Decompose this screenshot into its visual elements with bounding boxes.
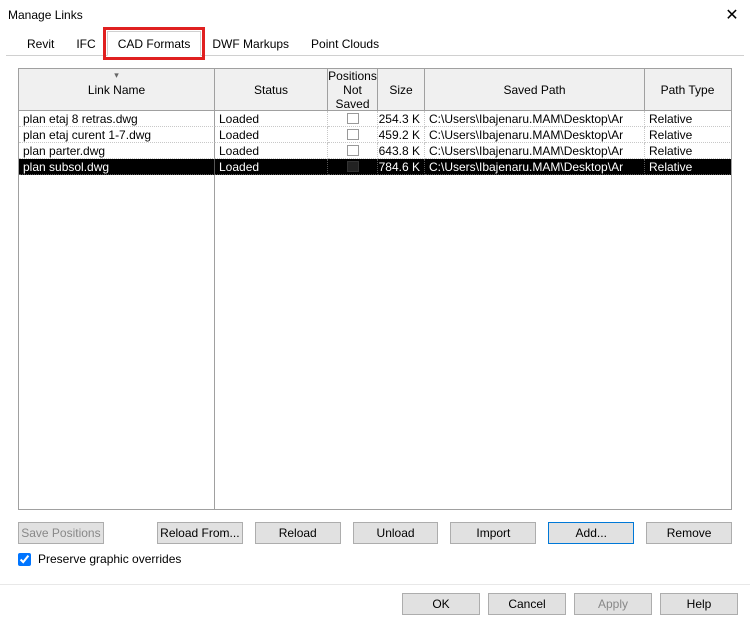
cell-link-name: plan etaj 8 retras.dwg: [19, 111, 215, 127]
cell-size: 254.3 K: [378, 111, 425, 127]
unload-button[interactable]: Unload: [353, 522, 439, 544]
cell-saved-path: C:\Users\Ibajenaru.MAM\Desktop\Ar: [425, 127, 645, 143]
cell-status: Loaded: [215, 159, 328, 175]
window-title: Manage Links: [8, 8, 83, 22]
cell-link-name: plan subsol.dwg: [19, 159, 215, 175]
cell-status: Loaded: [215, 127, 328, 143]
positions-checkbox[interactable]: [347, 145, 359, 156]
tab-bar: Revit IFC CAD Formats DWF Markups Point …: [6, 30, 744, 56]
ok-button[interactable]: OK: [402, 593, 480, 615]
import-button[interactable]: Import: [450, 522, 536, 544]
help-button[interactable]: Help: [660, 593, 738, 615]
remove-button[interactable]: Remove: [646, 522, 732, 544]
cell-positions: [328, 127, 378, 143]
cell-path-type: Relative: [645, 159, 730, 175]
cell-status: Loaded: [215, 143, 328, 159]
col-header-status[interactable]: Status: [215, 69, 328, 110]
positions-checkbox[interactable]: [347, 113, 359, 124]
links-grid: Link Name Status Positions Not Saved Siz…: [18, 68, 732, 510]
apply-button[interactable]: Apply: [574, 593, 652, 615]
preserve-overrides-checkbox[interactable]: [18, 553, 31, 566]
reload-from-button[interactable]: Reload From...: [157, 522, 243, 544]
tab-cad-formats[interactable]: CAD Formats: [107, 31, 202, 56]
positions-checkbox[interactable]: [347, 129, 359, 140]
col-header-positions[interactable]: Positions Not Saved: [328, 69, 378, 110]
tab-ifc[interactable]: IFC: [65, 31, 106, 56]
cancel-button[interactable]: Cancel: [488, 593, 566, 615]
preserve-overrides-label: Preserve graphic overrides: [38, 552, 181, 566]
cell-size: 784.6 K: [378, 159, 425, 175]
cell-path-type: Relative: [645, 127, 730, 143]
cell-positions: [328, 111, 378, 127]
tab-revit[interactable]: Revit: [16, 31, 65, 56]
table-row[interactable]: plan parter.dwgLoaded 643.8 KC:\Users\Iba…: [19, 143, 731, 159]
tab-point-clouds[interactable]: Point Clouds: [300, 31, 390, 56]
close-icon[interactable]: ✕: [722, 5, 742, 25]
cell-status: Loaded: [215, 111, 328, 127]
cell-saved-path: C:\Users\Ibajenaru.MAM\Desktop\Ar: [425, 111, 645, 127]
positions-checkbox[interactable]: [347, 161, 359, 172]
col-header-saved-path[interactable]: Saved Path: [425, 69, 645, 110]
table-row[interactable]: plan etaj curent 1-7.dwgLoaded 459.2 KC:\…: [19, 127, 731, 143]
table-row[interactable]: plan etaj 8 retras.dwgLoaded 254.3 KC:\Us…: [19, 111, 731, 127]
cell-size: 643.8 K: [378, 143, 425, 159]
col-header-path-type[interactable]: Path Type: [645, 69, 730, 110]
cell-path-type: Relative: [645, 111, 730, 127]
cell-link-name: plan etaj curent 1-7.dwg: [19, 127, 215, 143]
cell-size: 459.2 K: [378, 127, 425, 143]
reload-button[interactable]: Reload: [255, 522, 341, 544]
col-header-link-name[interactable]: Link Name: [19, 69, 215, 110]
col-header-size[interactable]: Size: [378, 69, 425, 110]
cell-link-name: plan parter.dwg: [19, 143, 215, 159]
table-row[interactable]: plan subsol.dwgLoaded 784.6 KC:\Users\Iba…: [19, 159, 731, 175]
add-button[interactable]: Add...: [548, 522, 634, 544]
cell-path-type: Relative: [645, 143, 730, 159]
cell-saved-path: C:\Users\Ibajenaru.MAM\Desktop\Ar: [425, 159, 645, 175]
tab-dwf-markups[interactable]: DWF Markups: [201, 31, 300, 56]
grid-header: Link Name Status Positions Not Saved Siz…: [19, 69, 731, 111]
save-positions-button[interactable]: Save Positions: [18, 522, 104, 544]
cell-positions: [328, 159, 378, 175]
cell-saved-path: C:\Users\Ibajenaru.MAM\Desktop\Ar: [425, 143, 645, 159]
cell-positions: [328, 143, 378, 159]
